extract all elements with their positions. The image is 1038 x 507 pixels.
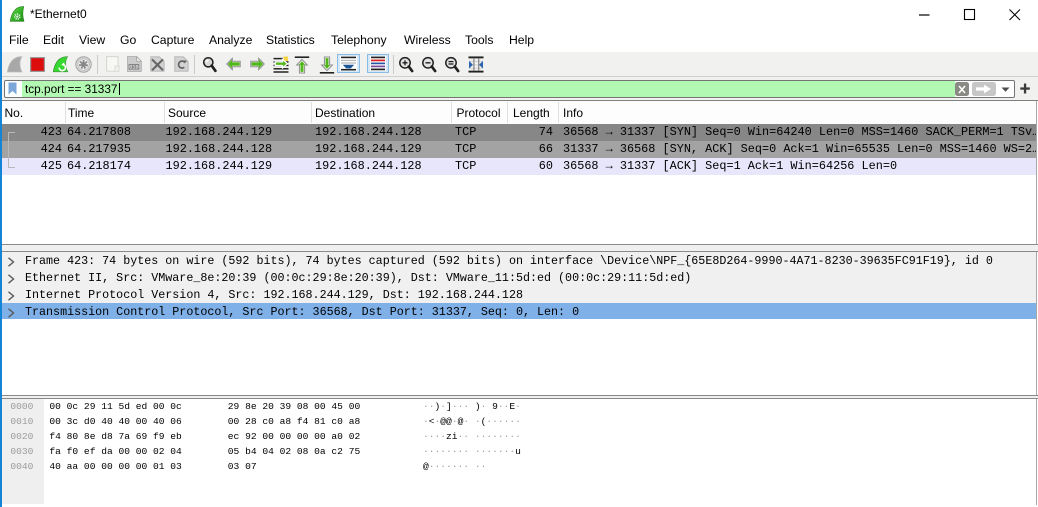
svg-text:010: 010 xyxy=(129,65,138,71)
